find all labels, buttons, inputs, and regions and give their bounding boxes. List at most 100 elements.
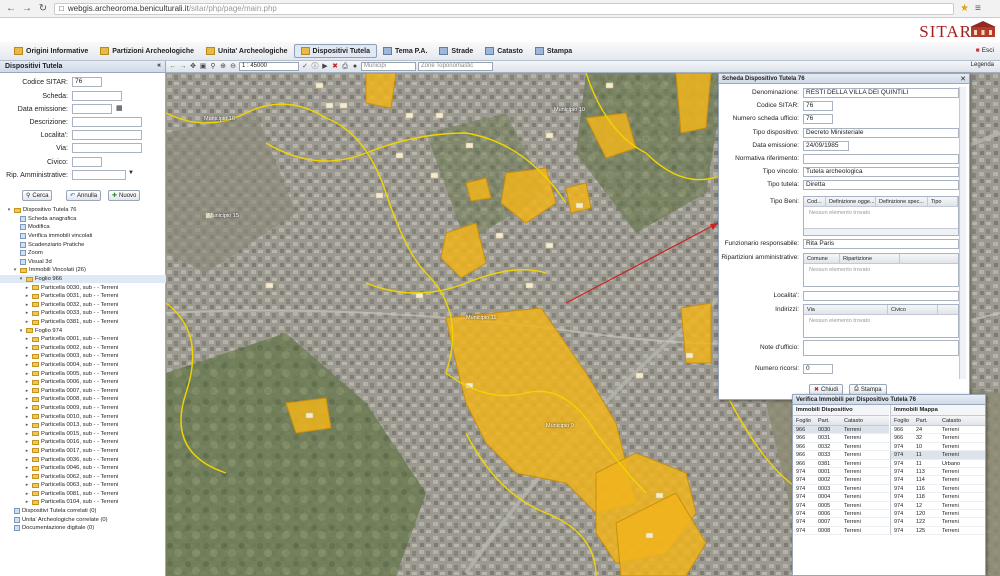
info-icon[interactable]: ⓘ xyxy=(311,63,319,71)
table-row[interactable]: 966 32 Terreni xyxy=(891,434,985,443)
scheda-close-icon[interactable]: ✕ xyxy=(960,75,966,83)
indirizzi-grid[interactable]: Via Civico Nessun elemento trovato xyxy=(803,304,959,338)
tab-dispositivi-tutela[interactable]: Dispositivi Tutela xyxy=(293,44,377,58)
table-row[interactable]: 974 125 Terreni xyxy=(891,527,985,536)
address-bar[interactable]: □ webgis.archeoroma.beniculturali.it/sit… xyxy=(54,2,954,15)
select-icon[interactable]: ▶ xyxy=(321,63,329,71)
zoom-out-icon[interactable]: ⊖ xyxy=(229,63,237,71)
table-row[interactable]: 974 113 Terreni xyxy=(891,468,985,477)
tree-item[interactable]: ▸ Particella 0036, sub - - Terreni xyxy=(0,455,166,464)
table-row[interactable]: 974 11 Terreni xyxy=(891,451,985,460)
tree-item[interactable]: ▸ Particella 0006, sub - - Terreni xyxy=(0,378,166,387)
table-row[interactable]: 974 11 Urbano xyxy=(891,460,985,468)
zone-select[interactable]: Zone Toponomastic xyxy=(418,62,493,71)
municipi-select[interactable]: Municipi xyxy=(361,62,416,71)
table-row[interactable]: 974 0001 Terreni xyxy=(793,468,889,477)
tree-item[interactable]: Modifica xyxy=(0,223,166,232)
field-input-codice-sitar[interactable]: 76 xyxy=(72,77,102,87)
field-input-data-emissione[interactable] xyxy=(72,104,112,114)
note-field[interactable] xyxy=(803,340,959,356)
tab-strade[interactable]: Strade xyxy=(433,45,479,57)
tree-item[interactable]: ▸ Particella 0009, sub - - Terreni xyxy=(0,404,166,413)
table-row[interactable]: 974 114 Terreni xyxy=(891,476,985,485)
forward-icon[interactable]: → xyxy=(22,3,32,14)
table-row[interactable]: 974 122 Terreni xyxy=(891,518,985,527)
tree-item[interactable]: ▸ Particella 0381, sub - - Terreni xyxy=(0,318,166,327)
tipo-beni-hscroll[interactable] xyxy=(804,228,958,235)
tree-item[interactable]: Dispositivi Tutela correlati (0) xyxy=(0,507,166,516)
tree-item[interactable]: ▾ Dispositivo Tutela 76 xyxy=(0,206,166,215)
tab-catasto[interactable]: Catasto xyxy=(479,45,529,57)
funzionario-field[interactable]: Rita Paris xyxy=(803,239,959,249)
tree-item[interactable]: ▸ Particella 0005, sub - - Terreni xyxy=(0,369,166,378)
tree-item[interactable]: ▸ Particella 0030, sub - - Terreni xyxy=(0,283,166,292)
nuovo-button[interactable]: ✚ Nuovo xyxy=(108,190,141,201)
scheda-field-numero-scheda-ufficio[interactable]: 76 xyxy=(803,114,833,125)
tree-item[interactable]: ▸ Particella 0008, sub - - Terreni xyxy=(0,395,166,404)
tipo-beni-grid[interactable]: Cod... Definizione ogge... Definizione s… xyxy=(803,196,959,236)
full-extent-icon[interactable]: ▣ xyxy=(199,63,207,71)
expand-icon[interactable]: ▾ xyxy=(6,207,12,213)
tree-item[interactable]: ▾ Immobili Vincolati (26) xyxy=(0,266,166,275)
zoom-in-icon[interactable]: ⊕ xyxy=(219,63,227,71)
table-row[interactable]: 974 0003 Terreni xyxy=(793,485,889,494)
table-row[interactable]: 974 0006 Terreni xyxy=(793,510,889,519)
field-input-localita[interactable] xyxy=(72,130,142,140)
table-row[interactable]: 974 0008 Terreni xyxy=(793,527,889,536)
tree-item[interactable]: Verifica immobili vincolati xyxy=(0,232,166,241)
tree-item[interactable]: ▸ Particella 0010, sub - - Terreni xyxy=(0,412,166,421)
field-input-descrizione[interactable] xyxy=(72,117,142,127)
tree-item[interactable]: ▸ Particella 0063, sub - - Terreni xyxy=(0,481,166,490)
table-row[interactable]: 974 10 Terreni xyxy=(891,443,985,452)
legenda-button[interactable]: Legenda xyxy=(971,62,994,68)
field-input-civico[interactable] xyxy=(72,157,102,167)
pan-icon[interactable]: ✥ xyxy=(189,63,197,71)
ricorsi-field[interactable]: 0 xyxy=(803,364,833,374)
tree-item[interactable]: Zoom xyxy=(0,249,166,258)
print-map-icon[interactable]: ⎙ xyxy=(341,63,349,71)
back-extent-icon[interactable]: ← xyxy=(169,63,177,71)
tree-item[interactable]: ▸ Particella 0033, sub - - Terreni xyxy=(0,309,166,318)
scheda-field-data-emissione[interactable]: 24/09/1985 xyxy=(803,140,849,151)
tree-item[interactable]: ▸ Particella 0046, sub - - Terreni xyxy=(0,464,166,473)
table-row[interactable]: 974 12 Terreni xyxy=(891,502,985,510)
field-input-rip-amministrative[interactable] xyxy=(72,170,126,180)
table-row[interactable]: 966 0032 Terreni xyxy=(793,443,889,452)
expand-icon[interactable]: ▾ xyxy=(12,267,18,273)
tree-item[interactable]: ▸ Particella 0015, sub - - Terreni xyxy=(0,429,166,438)
forward-extent-icon[interactable]: → xyxy=(179,63,187,71)
tree-item[interactable]: ▸ Particella 0081, sub - - Terreni xyxy=(0,490,166,499)
table-row[interactable]: 966 0031 Terreni xyxy=(793,434,889,443)
annulla-button[interactable]: ↶ Annulla xyxy=(66,190,102,201)
scheda-field-tipo-dispositivo[interactable]: Decreto Ministeriale xyxy=(803,127,959,138)
tree-item[interactable]: Scheda anagrafica xyxy=(0,215,166,224)
scale-select[interactable]: 1 : 45000 xyxy=(239,62,299,71)
scheda-field-codice-sitar[interactable]: 76 xyxy=(803,101,833,112)
browser-menu-icon[interactable]: ≡ xyxy=(975,3,981,14)
tree-item[interactable]: ▸ Particella 0017, sub - - Terreni xyxy=(0,447,166,456)
expand-icon[interactable]: ▾ xyxy=(18,276,24,282)
tree-item[interactable]: ▾ Foglio 966 xyxy=(0,274,166,284)
table-row[interactable]: 966 0030 Terreni xyxy=(793,426,889,435)
tree-item[interactable]: ▸ Particella 0031, sub - - Terreni xyxy=(0,292,166,301)
lock-icon[interactable]: ● xyxy=(351,63,359,71)
table-row[interactable]: 974 120 Terreni xyxy=(891,510,985,519)
tree-item[interactable]: ▸ Particella 0001, sub - - Terreni xyxy=(0,335,166,344)
collapse-icon[interactable]: « xyxy=(157,62,161,69)
tree-item[interactable]: ▸ Particella 0062, sub - - Terreni xyxy=(0,472,166,481)
tree-item[interactable]: ▾ Foglio 974 xyxy=(0,326,166,335)
tab-stampa[interactable]: Stampa xyxy=(529,45,578,57)
cerca-button[interactable]: ⚲ Cerca xyxy=(22,190,53,201)
calendar-icon[interactable]: ▦ xyxy=(116,104,123,112)
zoom-box-icon[interactable]: ⚲ xyxy=(209,63,217,71)
chevron-down-icon[interactable]: ▼ xyxy=(128,170,134,176)
tab-unita-archeologiche[interactable]: Unita' Archeologiche xyxy=(200,45,293,57)
table-row[interactable]: 974 0002 Terreni xyxy=(793,476,889,485)
table-row[interactable]: 974 116 Terreni xyxy=(891,485,985,494)
tree-item[interactable]: Documentazione digitale (0) xyxy=(0,524,166,533)
exit-button[interactable]: ■ Esci xyxy=(976,47,994,54)
tree-item[interactable]: ▸ Particella 0016, sub - - Terreni xyxy=(0,438,166,447)
table-row[interactable]: 966 24 Terreni xyxy=(891,426,985,435)
scheda-field-denominazione[interactable]: RESTI DELLA VILLA DEI QUINTILI xyxy=(803,88,959,98)
tab-partizioni-archeologiche[interactable]: Partizioni Archeologiche xyxy=(94,45,200,57)
